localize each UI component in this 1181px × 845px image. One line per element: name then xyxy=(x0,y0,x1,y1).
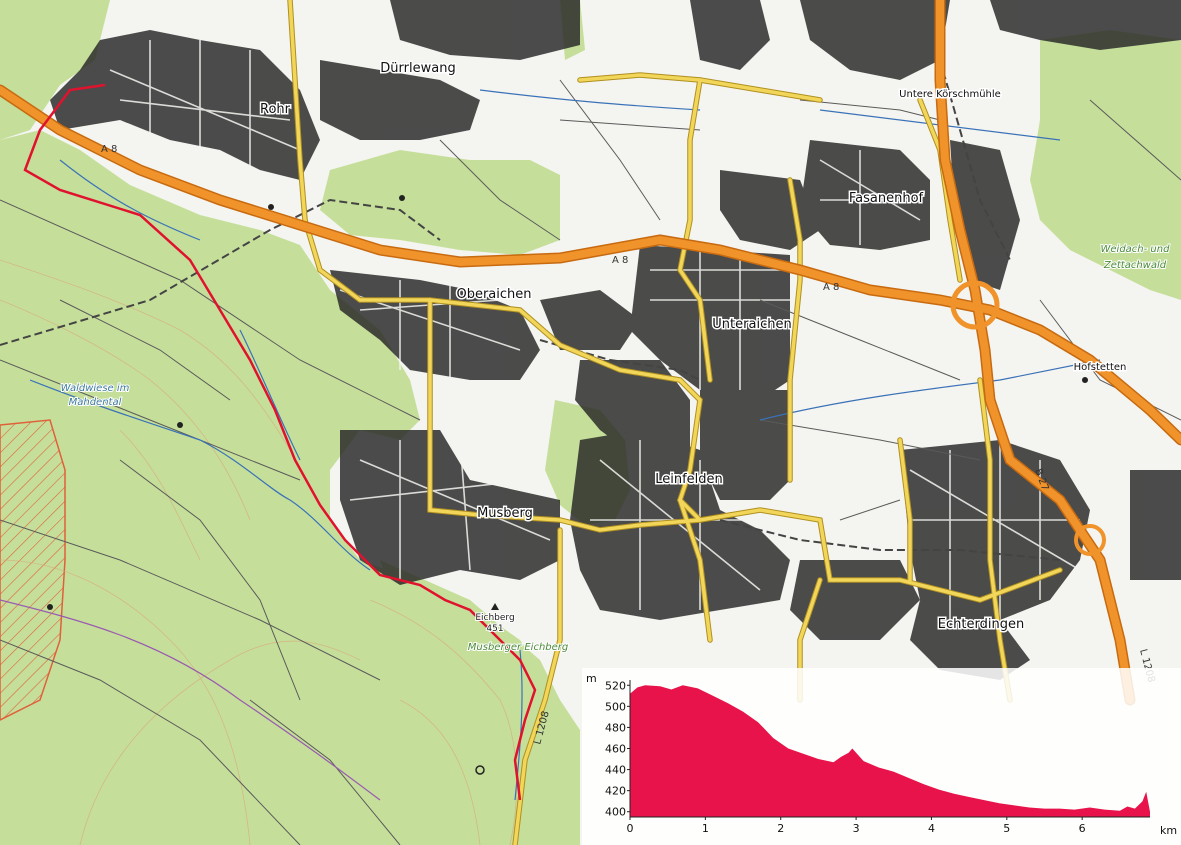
label-musberg: Musberg xyxy=(477,506,533,521)
label-oberaichen: Oberaichen xyxy=(456,287,531,302)
topographic-map[interactable]: Dürrlewang Rohr Untere Körschmühle Fasan… xyxy=(0,0,1181,845)
label-rohr: Rohr xyxy=(260,102,291,117)
label-fasanenhof: Fasanenhof xyxy=(849,191,924,206)
elevation-area xyxy=(630,685,1150,817)
poi-icon xyxy=(47,604,53,610)
y-tick-label: 520 xyxy=(605,679,626,692)
y-tick-label: 400 xyxy=(605,806,626,819)
y-tick-label: 500 xyxy=(605,700,626,713)
y-tick-label: 420 xyxy=(605,785,626,798)
label-weidach-1: Weidach- und xyxy=(1101,244,1171,255)
poi-icon xyxy=(399,195,405,201)
x-tick-label: 1 xyxy=(702,822,709,835)
x-tick-label: 4 xyxy=(928,822,935,835)
label-hofstetten: Hofstetten xyxy=(1074,362,1127,373)
label-leinfelden: Leinfelden xyxy=(655,472,723,487)
road-label-a8-west: A 8 xyxy=(101,144,117,155)
label-waldwiese-1: Waldwiese im xyxy=(61,383,130,394)
road-label-a8-mid: A 8 xyxy=(612,255,628,266)
road-label-a8-east: A 8 xyxy=(823,282,839,293)
poi-icon xyxy=(268,204,274,210)
label-untere-korschmuhle: Untere Körschmühle xyxy=(899,89,1001,100)
label-unteraichen: Unteraichen xyxy=(712,317,791,332)
x-axis-unit: km xyxy=(1160,824,1177,837)
elevation-profile-chart: m km 520 500 480 460 440 420 400 0 1 2 3 4 5 6 xyxy=(586,672,1177,837)
poi-icon xyxy=(1082,377,1088,383)
label-durrlewang: Dürrlewang xyxy=(380,61,455,76)
y-tick-label: 480 xyxy=(605,721,626,734)
x-tick-label: 6 xyxy=(1079,822,1086,835)
label-musberger-eichberg: Musberger Eichberg xyxy=(468,642,568,653)
x-tick-label: 3 xyxy=(853,822,860,835)
x-tick-label: 0 xyxy=(627,822,634,835)
label-eichberg: Eichberg xyxy=(475,613,514,623)
x-tick-label: 5 xyxy=(1003,822,1010,835)
elevation-profile[interactable]: m km 520 500 480 460 440 420 400 0 1 2 3 4 5 6 xyxy=(582,668,1181,845)
label-echterdingen: Echterdingen xyxy=(938,617,1024,632)
y-axis-unit: m xyxy=(586,672,597,685)
label-waldwiese-2: Mahdental xyxy=(69,397,122,408)
label-weidach-2: Zettachwald xyxy=(1103,260,1167,271)
y-tick-label: 460 xyxy=(605,743,626,756)
label-eichberg-elevation: 451 xyxy=(486,624,503,634)
x-tick-label: 2 xyxy=(777,822,784,835)
y-tick-label: 440 xyxy=(605,764,626,777)
poi-icon xyxy=(177,422,183,428)
